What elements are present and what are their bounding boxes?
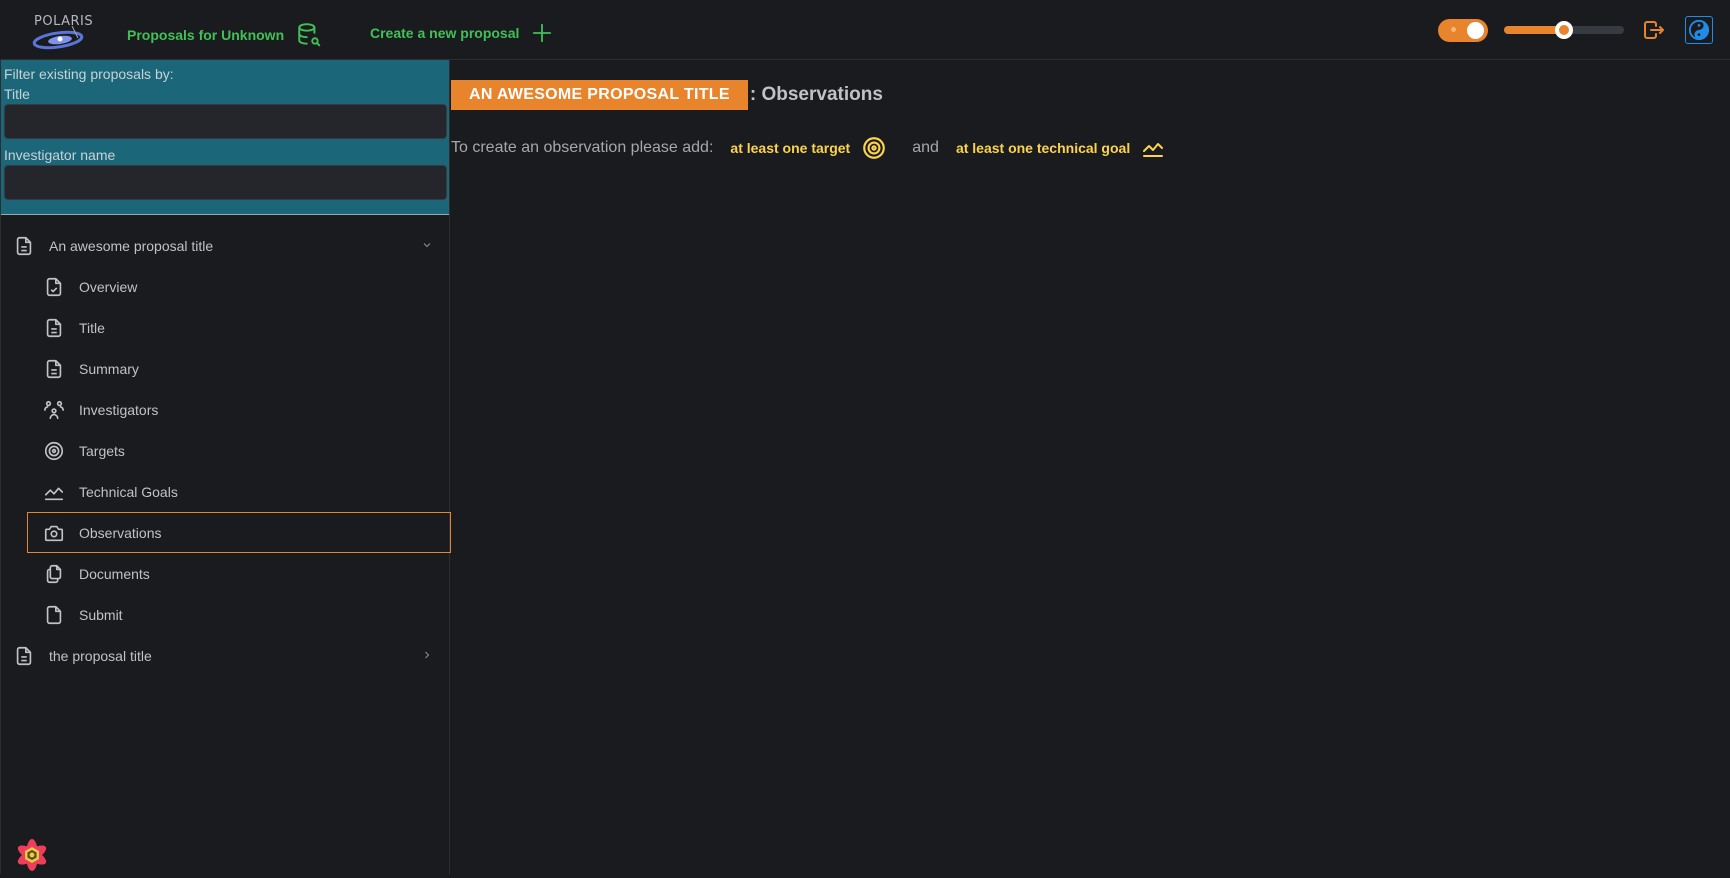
target-icon[interactable] — [861, 135, 887, 161]
requirements-prefix: To create an observation please add: — [451, 139, 713, 157]
files-icon — [43, 563, 65, 585]
title-filter-label: Title — [4, 84, 446, 104]
color-scheme-button[interactable] — [1685, 16, 1713, 44]
proposals-link[interactable]: Proposals for Unknown — [127, 22, 322, 48]
nav-label: Documents — [79, 566, 150, 582]
users-group-icon — [43, 399, 65, 421]
app-header: POLARIS Proposals for Unknown Create a n… — [0, 0, 1730, 60]
title-filter-input[interactable] — [4, 104, 447, 139]
proposal-label: the proposal title — [49, 648, 152, 664]
investigator-filter-label: Investigator name — [4, 145, 446, 165]
proposal-title-badge: AN AWESOME PROPOSAL TITLE — [451, 80, 748, 110]
main-content: AN AWESOME PROPOSAL TITLE : Observations… — [451, 60, 1730, 874]
create-proposal-label: Create a new proposal — [370, 25, 519, 41]
add-technical-goal-link[interactable]: at least one technical goal — [956, 140, 1130, 156]
camera-icon — [43, 522, 65, 544]
nav-item-investigators[interactable]: Investigators — [43, 389, 451, 430]
file-text-icon — [43, 358, 65, 380]
page-title-suffix: : Observations — [750, 84, 883, 106]
database-search-icon — [296, 22, 322, 48]
slider-thumb[interactable] — [1555, 21, 1573, 39]
chart-line-icon — [43, 481, 65, 503]
sidebar: Filter existing proposals by: Title Inve… — [0, 60, 450, 874]
nav-label: Investigators — [79, 402, 158, 418]
nav-item-title[interactable]: Title — [43, 307, 451, 348]
plus-icon — [531, 22, 553, 44]
yin-yang-icon — [1688, 19, 1710, 41]
filter-heading: Filter existing proposals by: — [4, 64, 446, 84]
react-query-devtools-icon[interactable] — [12, 837, 52, 878]
file-check-icon — [43, 276, 65, 298]
nav-label: Technical Goals — [79, 484, 178, 500]
nav-item-documents[interactable]: Documents — [43, 553, 451, 594]
proposal-label: An awesome proposal title — [49, 238, 213, 254]
nav-label: Submit — [79, 607, 123, 623]
zoom-slider[interactable] — [1504, 26, 1624, 34]
investigator-filter-input[interactable] — [4, 165, 447, 200]
add-target-link[interactable]: at least one target — [730, 140, 850, 156]
nav-item-overview[interactable]: Overview — [43, 266, 451, 307]
nav-item-observations[interactable]: Observations — [27, 512, 451, 553]
proposals-link-label: Proposals for Unknown — [127, 27, 284, 43]
create-proposal-link[interactable]: Create a new proposal — [370, 22, 553, 44]
nav-label: Targets — [79, 443, 125, 459]
toggle-knob — [1467, 22, 1484, 39]
nav-item-submit[interactable]: Submit — [43, 594, 451, 635]
chevron-down-icon[interactable] — [421, 238, 433, 254]
logout-icon — [1642, 18, 1666, 42]
polaris-logo[interactable]: POLARIS — [28, 12, 94, 52]
file-text-icon — [13, 235, 35, 257]
observation-requirements: To create an observation please add: at … — [451, 135, 1165, 161]
target-icon — [43, 440, 65, 462]
nav-label: Title — [79, 320, 105, 336]
file-text-icon — [43, 317, 65, 339]
nav-label: Summary — [79, 361, 139, 377]
galaxy-icon — [28, 12, 94, 52]
nav-label: Observations — [79, 525, 161, 541]
nav-item-technical-goals[interactable]: Technical Goals — [43, 471, 451, 512]
chart-line-icon[interactable] — [1141, 136, 1165, 160]
nav-item-targets[interactable]: Targets — [43, 430, 451, 471]
sun-icon — [1451, 27, 1456, 32]
theme-toggle[interactable] — [1438, 19, 1488, 42]
chevron-right-icon[interactable] — [421, 648, 433, 664]
file-icon — [43, 604, 65, 626]
proposal-filter: Filter existing proposals by: Title Inve… — [1, 60, 449, 215]
nav-item-summary[interactable]: Summary — [43, 348, 451, 389]
proposal-item[interactable]: the proposal title — [13, 635, 445, 676]
logout-button[interactable] — [1642, 18, 1666, 47]
requirements-conjunction: and — [912, 139, 939, 157]
proposal-item[interactable]: An awesome proposal title — [13, 225, 445, 266]
page-title: AN AWESOME PROPOSAL TITLE : Observations — [451, 80, 883, 110]
nav-label: Overview — [79, 279, 137, 295]
file-text-icon — [13, 645, 35, 667]
